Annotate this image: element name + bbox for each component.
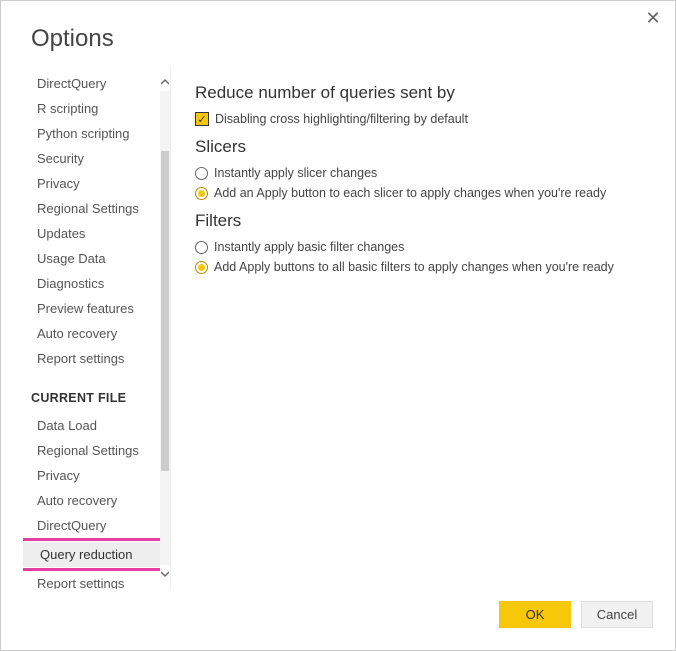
dialog-title: Options (1, 1, 675, 67)
nav-privacy[interactable]: Privacy (23, 171, 160, 196)
nav-cf-query-reduction[interactable]: Query reduction (23, 538, 160, 571)
dialog-footer: OK Cancel (1, 589, 675, 650)
nav-cf-query-reduction-label: Query reduction (23, 542, 160, 567)
row-slicers-apply: Add an Apply button to each slicer to ap… (195, 183, 651, 203)
ok-button[interactable]: OK (499, 601, 571, 628)
content-pane: Reduce number of queries sent by ✓ Disab… (171, 67, 675, 589)
radio-filters-apply[interactable] (195, 261, 208, 274)
nav-preview-features[interactable]: Preview features (23, 296, 160, 321)
nav-updates[interactable]: Updates (23, 221, 160, 246)
radio-filters-instant-label: Instantly apply basic filter changes (214, 240, 404, 254)
cancel-button[interactable]: Cancel (581, 601, 653, 628)
chevron-up-icon[interactable] (160, 75, 170, 89)
checkbox-disable-cross-label: Disabling cross highlighting/filtering b… (215, 112, 468, 126)
nav-cf-data-load[interactable]: Data Load (23, 413, 160, 438)
nav-directquery[interactable]: DirectQuery (23, 71, 160, 96)
chevron-down-icon[interactable] (160, 567, 170, 581)
dialog-body: DirectQuery R scripting Python scripting… (1, 67, 675, 589)
section-filters-title: Filters (195, 211, 651, 231)
selection-highlight: Query reduction (23, 538, 160, 571)
nav-python-scripting[interactable]: Python scripting (23, 121, 160, 146)
row-filters-instant: Instantly apply basic filter changes (195, 237, 651, 257)
nav-cf-privacy[interactable]: Privacy (23, 463, 160, 488)
radio-filters-apply-label: Add Apply buttons to all basic filters t… (214, 260, 614, 274)
nav-r-scripting[interactable]: R scripting (23, 96, 160, 121)
radio-slicers-instant[interactable] (195, 167, 208, 180)
checkbox-disable-cross[interactable]: ✓ (195, 112, 209, 126)
row-disable-cross: ✓ Disabling cross highlighting/filtering… (195, 109, 651, 129)
nav-report-settings[interactable]: Report settings (23, 346, 160, 371)
nav-header-current-file: CURRENT FILE (23, 371, 160, 413)
scroll-thumb[interactable] (161, 151, 169, 471)
nav-cf-regional-settings[interactable]: Regional Settings (23, 438, 160, 463)
sidebar: DirectQuery R scripting Python scripting… (23, 67, 171, 589)
nav-auto-recovery[interactable]: Auto recovery (23, 321, 160, 346)
close-icon[interactable]: ✕ (645, 11, 661, 27)
section-reduce-title: Reduce number of queries sent by (195, 83, 651, 103)
nav-cf-directquery[interactable]: DirectQuery (23, 513, 160, 538)
scroll-track[interactable] (160, 91, 170, 565)
radio-slicers-instant-label: Instantly apply slicer changes (214, 166, 377, 180)
nav-cf-auto-recovery[interactable]: Auto recovery (23, 488, 160, 513)
sidebar-scrollbar[interactable] (160, 67, 170, 589)
nav-security[interactable]: Security (23, 146, 160, 171)
sidebar-list: DirectQuery R scripting Python scripting… (23, 67, 160, 589)
radio-slicers-apply[interactable] (195, 187, 208, 200)
radio-filters-instant[interactable] (195, 241, 208, 254)
options-dialog: ✕ Options DirectQuery R scripting Python… (0, 0, 676, 651)
row-filters-apply: Add Apply buttons to all basic filters t… (195, 257, 651, 277)
nav-diagnostics[interactable]: Diagnostics (23, 271, 160, 296)
radio-slicers-apply-label: Add an Apply button to each slicer to ap… (214, 186, 606, 200)
nav-cf-report-settings[interactable]: Report settings (23, 571, 160, 589)
nav-regional-settings[interactable]: Regional Settings (23, 196, 160, 221)
nav-usage-data[interactable]: Usage Data (23, 246, 160, 271)
row-slicers-instant: Instantly apply slicer changes (195, 163, 651, 183)
section-slicers-title: Slicers (195, 137, 651, 157)
